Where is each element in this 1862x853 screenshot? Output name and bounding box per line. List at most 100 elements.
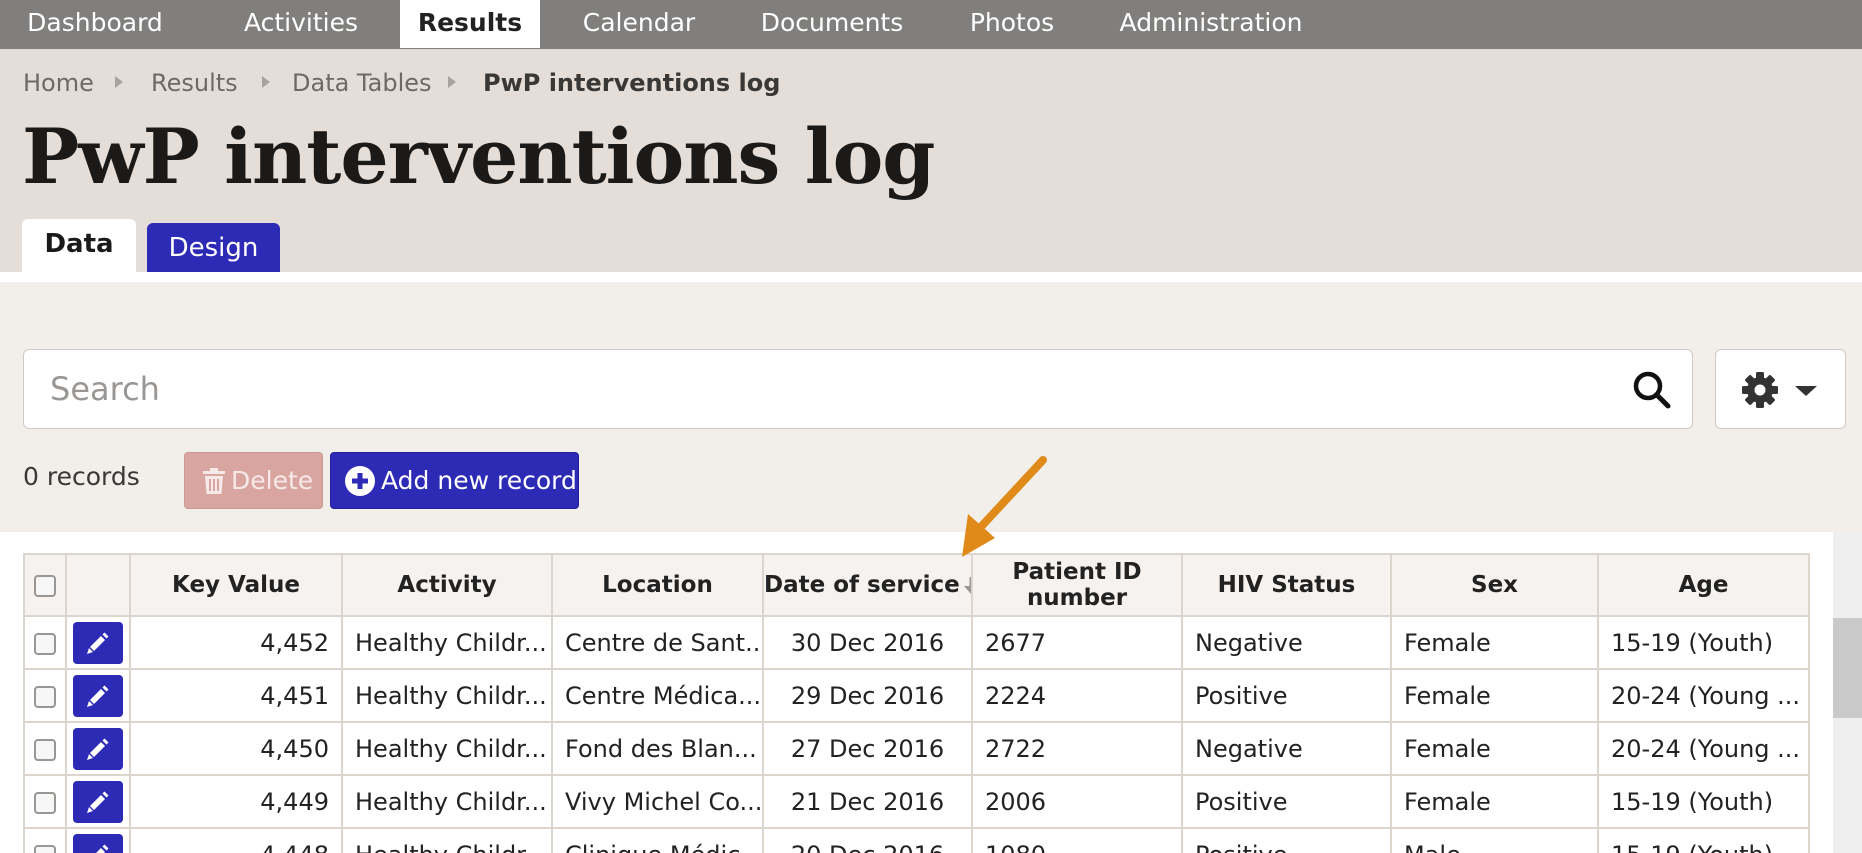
breadcrumb-current: PwP interventions log [483, 69, 781, 97]
breadcrumb-separator-icon [115, 76, 123, 88]
column-header-age[interactable]: Age [1597, 553, 1810, 617]
cell-key-value: 4,452 [129, 615, 343, 670]
nav-results[interactable]: Results [400, 0, 540, 48]
cell-location: Centre Médica... [551, 668, 764, 723]
records-count: 0 records [23, 462, 140, 491]
cell-sex: Female [1390, 721, 1599, 776]
delete-button-label: Delete [231, 466, 314, 495]
column-header-patient-id-number[interactable]: Patient ID number [971, 553, 1183, 617]
pencil-icon [87, 791, 109, 813]
search-input[interactable] [50, 364, 1600, 414]
pencil-icon [95, 844, 109, 853]
cell-activity: Healthy Childr... [341, 668, 553, 723]
settings-dropdown-button[interactable] [1715, 349, 1846, 429]
cell-hiv-status: Positive [1181, 827, 1392, 853]
row-checkbox[interactable] [34, 685, 56, 708]
cell-hiv-status: Positive [1181, 668, 1392, 723]
nav-calendar[interactable]: Calendar [568, 0, 710, 48]
trash-icon [203, 468, 225, 494]
cell-patient-id: 2224 [971, 668, 1183, 723]
cell-age: 15-19 (Youth) [1597, 615, 1810, 670]
pencil-icon [87, 738, 109, 760]
scrollbar-thumb[interactable] [1833, 618, 1862, 718]
nav-dashboard[interactable]: Dashboard [18, 0, 172, 48]
table-row[interactable]: 4,451 Healthy Childr... Centre Médica...… [23, 668, 1810, 723]
breadcrumb-separator-icon [448, 76, 456, 88]
nav-activities[interactable]: Activities [228, 0, 374, 48]
cell-key-value: 4,451 [129, 668, 343, 723]
row-checkbox[interactable] [34, 632, 56, 655]
cell-activity: Healthy Childr... [341, 827, 553, 853]
edit-row-button[interactable] [73, 833, 123, 853]
edit-row-button[interactable] [73, 621, 123, 664]
row-checkbox[interactable] [34, 844, 56, 853]
nav-documents[interactable]: Documents [750, 0, 914, 48]
add-new-record-button[interactable]: Add new record [330, 452, 579, 509]
edit-row-button[interactable] [73, 727, 123, 770]
cell-date-of-service: 27 Dec 2016 [762, 721, 973, 776]
records-table: Key Value Activity Location Date of serv… [23, 553, 1810, 853]
cell-location: Vivy Michel Co... [551, 774, 764, 829]
cell-sex: Female [1390, 615, 1599, 670]
breadcrumb-separator-icon [262, 76, 270, 88]
tab-design[interactable]: Design [147, 223, 280, 272]
cell-activity: Healthy Childr... [341, 721, 553, 776]
cell-sex: Female [1390, 668, 1599, 723]
table-row[interactable]: 4,450 Healthy Childr... Fond des Blan...… [23, 721, 1810, 776]
breadcrumb-data-tables[interactable]: Data Tables [292, 69, 432, 97]
cell-patient-id: 2677 [971, 615, 1183, 670]
nav-photos[interactable]: Photos [960, 0, 1064, 48]
cell-date-of-service: 21 Dec 2016 [762, 774, 973, 829]
cell-patient-id: 2006 [971, 774, 1183, 829]
cell-location: Centre de Sant... [551, 615, 764, 670]
cell-key-value: 4,450 [129, 721, 343, 776]
cell-sex: Male [1390, 827, 1599, 853]
gear-icon [1742, 372, 1778, 408]
cell-patient-id: 2722 [971, 721, 1183, 776]
table-header-row: Key Value Activity Location Date of serv… [23, 553, 1810, 617]
cell-date-of-service: 20 Dec 2016 [762, 827, 973, 853]
cell-age: 15-19 (Youth) [1597, 827, 1810, 853]
cell-location: Clinique Médic... [551, 827, 764, 853]
cell-age: 15-19 (Youth) [1597, 774, 1810, 829]
column-header-location[interactable]: Location [551, 553, 764, 617]
tab-content-top-border [0, 272, 1862, 282]
cell-hiv-status: Negative [1181, 721, 1392, 776]
table-row[interactable]: 4,448 Healthy Childr... Clinique Médic..… [23, 827, 1810, 853]
edit-column-header [65, 553, 131, 617]
table-row[interactable]: 4,449 Healthy Childr... Vivy Michel Co..… [23, 774, 1810, 829]
edit-row-button[interactable] [73, 780, 123, 823]
cell-activity: Healthy Childr... [341, 615, 553, 670]
column-header-hiv-status[interactable]: HIV Status [1181, 553, 1392, 617]
column-header-key-value[interactable]: Key Value [129, 553, 343, 617]
vertical-scrollbar[interactable] [1833, 532, 1862, 853]
cell-age: 20-24 (Young ... [1597, 721, 1810, 776]
cell-sex: Female [1390, 774, 1599, 829]
page-title: PwP interventions log [22, 112, 935, 201]
column-header-sex[interactable]: Sex [1390, 553, 1599, 617]
edit-row-button[interactable] [73, 674, 123, 717]
tab-data[interactable]: Data [22, 219, 136, 272]
row-checkbox[interactable] [34, 791, 56, 814]
column-header-date-of-service[interactable]: Date of service [762, 553, 973, 617]
cell-hiv-status: Positive [1181, 774, 1392, 829]
select-all-checkbox[interactable] [34, 574, 56, 597]
cell-location: Fond des Blan... [551, 721, 764, 776]
column-header-date-of-service-label: Date of service [764, 572, 960, 598]
row-checkbox[interactable] [34, 738, 56, 761]
cell-patient-id: 1080 [971, 827, 1183, 853]
delete-button[interactable]: Delete [184, 452, 323, 509]
table-row[interactable]: 4,452 Healthy Childr... Centre de Sant..… [23, 615, 1810, 670]
breadcrumb-results[interactable]: Results [151, 69, 238, 97]
cell-key-value: 4,448 [129, 827, 343, 853]
search-icon[interactable] [1632, 370, 1672, 410]
column-header-activity[interactable]: Activity [341, 553, 553, 617]
nav-administration[interactable]: Administration [1108, 0, 1314, 48]
pencil-icon [87, 632, 109, 654]
plus-circle-icon [345, 466, 375, 496]
top-navigation: Dashboard Activities Results Calendar Do… [0, 0, 1862, 49]
chevron-down-icon [1795, 386, 1817, 396]
cell-activity: Healthy Childr... [341, 774, 553, 829]
breadcrumb-home[interactable]: Home [23, 69, 94, 97]
add-new-record-label: Add new record [381, 466, 577, 495]
